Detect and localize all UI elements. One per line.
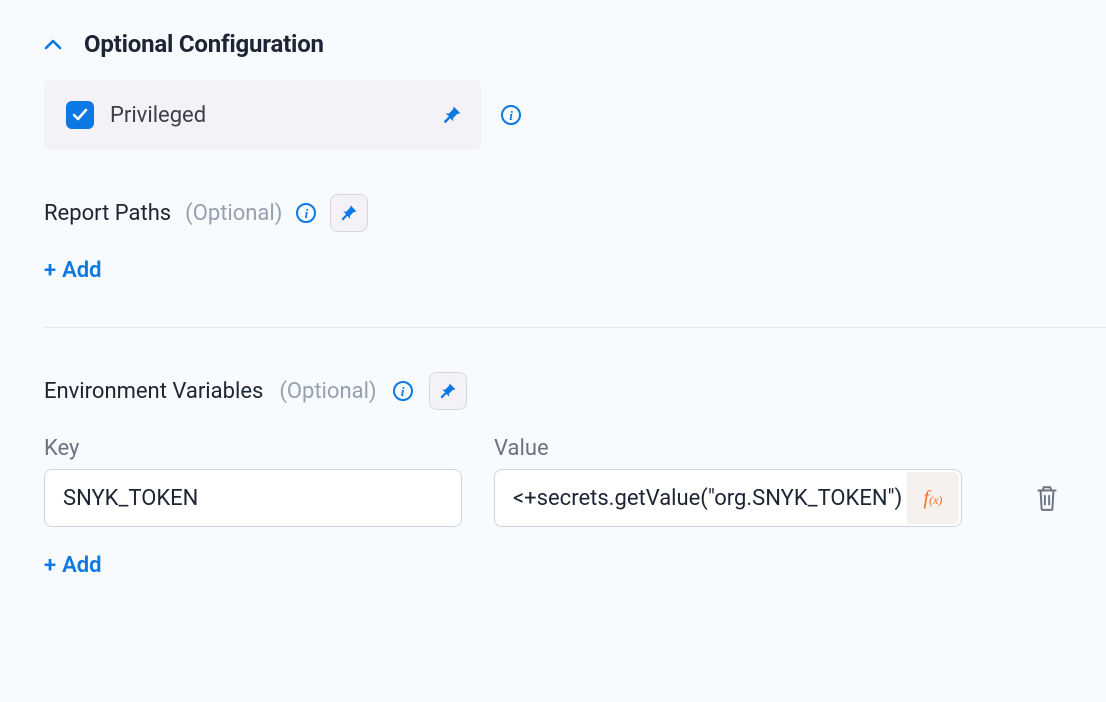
delete-row-button[interactable] <box>1034 484 1060 512</box>
privileged-checkbox[interactable] <box>66 101 94 129</box>
add-label: Add <box>62 553 101 578</box>
env-vars-label: Environment Variables <box>44 379 263 404</box>
privileged-field: Privileged <box>44 80 481 150</box>
pin-icon[interactable] <box>441 104 463 126</box>
info-icon[interactable]: i <box>501 105 521 125</box>
report-paths-label: Report Paths <box>44 201 171 226</box>
value-column-header: Value <box>494 436 962 461</box>
plus-icon: + <box>44 553 56 578</box>
add-label: Add <box>62 258 101 283</box>
optional-configuration-section: Optional Configuration Privileged i Repo… <box>0 0 1106 608</box>
add-env-var-button[interactable]: + Add <box>44 553 102 578</box>
section-header[interactable]: Optional Configuration <box>44 30 1106 58</box>
env-vars-optional: (Optional) <box>279 379 376 404</box>
report-paths-optional: (Optional) <box>185 201 282 226</box>
section-divider <box>44 327 1106 328</box>
info-icon[interactable]: i <box>393 381 413 401</box>
report-paths-header: Report Paths (Optional) i <box>44 194 1106 232</box>
expression-toggle[interactable]: f(x) <box>907 472 959 524</box>
pin-button[interactable] <box>429 372 467 410</box>
key-column-header: Key <box>44 436 494 461</box>
env-var-value-wrap: f(x) <box>494 469 962 527</box>
fx-icon-sub: (x) <box>929 493 942 508</box>
plus-icon: + <box>44 258 56 283</box>
env-vars-column-headers: Key Value <box>44 436 1106 461</box>
privileged-row: Privileged i <box>44 80 1106 150</box>
env-var-key-input[interactable] <box>44 469 462 527</box>
section-title: Optional Configuration <box>84 30 324 58</box>
info-icon[interactable]: i <box>296 203 316 223</box>
add-report-path-button[interactable]: + Add <box>44 258 102 283</box>
chevron-up-icon[interactable] <box>44 35 62 54</box>
env-var-value-input[interactable] <box>494 469 962 527</box>
env-var-row: f(x) <box>44 469 1106 527</box>
pin-button[interactable] <box>330 194 368 232</box>
env-vars-header: Environment Variables (Optional) i <box>44 372 1106 410</box>
privileged-label: Privileged <box>110 103 206 128</box>
